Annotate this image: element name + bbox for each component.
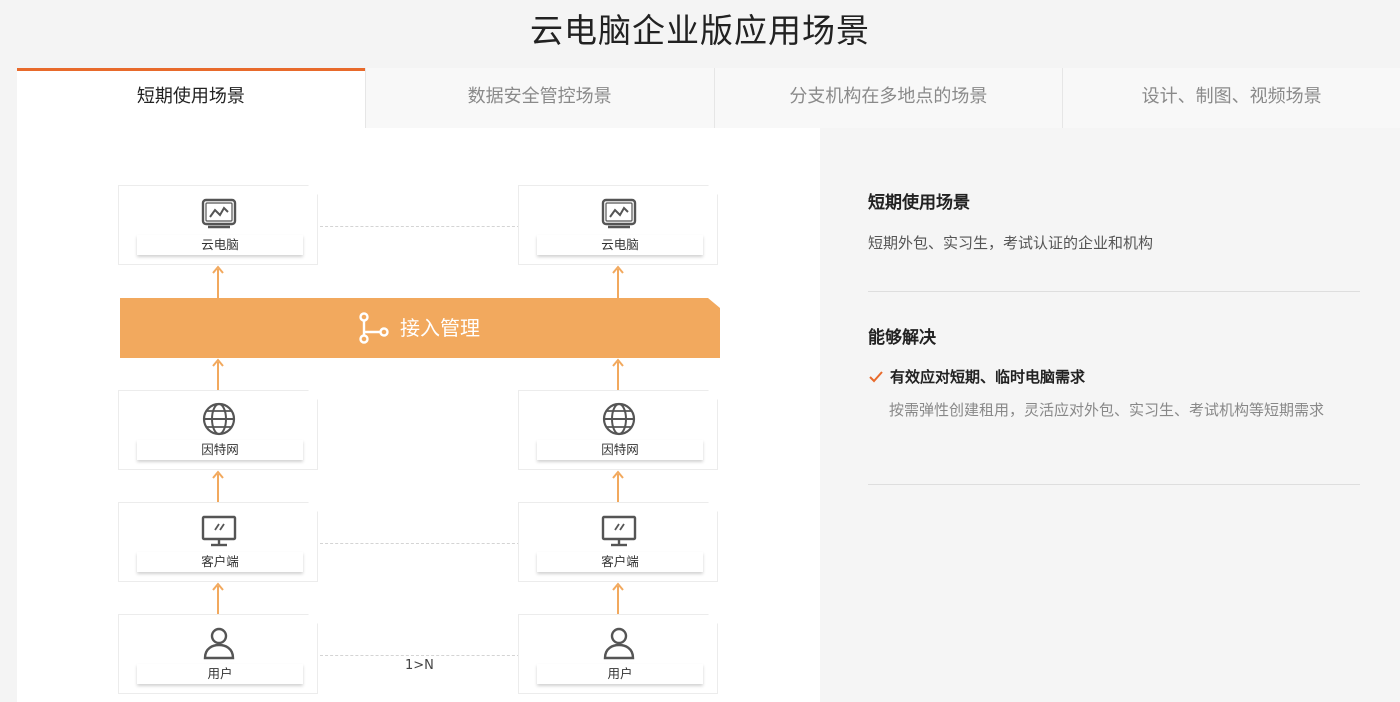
arrow-up: [612, 470, 624, 502]
tab-data-security[interactable]: 数据安全管控场景: [365, 68, 715, 128]
diagram-panel: 1>N 云电脑 因特网 客户端 用户 云电脑 因特网 客户端 用户 接入管理: [17, 128, 820, 702]
dash-line-cloud: [320, 226, 520, 227]
tab-branch-offices[interactable]: 分支机构在多地点的场景: [714, 68, 1064, 128]
desktop-icon: [201, 515, 237, 547]
scenario-tabs: 短期使用场景 数据安全管控场景 分支机构在多地点的场景 设计、制图、视频场景: [17, 68, 1400, 128]
arrow-up: [612, 358, 624, 390]
desktop-icon: [601, 515, 637, 547]
client-card-right: 客户端: [518, 502, 718, 582]
scenario-description: 短期外包、实习生，考试认证的企业和机构: [868, 234, 1154, 252]
cloud-pc-card-right: 云电脑: [518, 185, 718, 265]
scenario-title: 短期使用场景: [868, 193, 970, 213]
arrow-up: [212, 265, 224, 298]
page-title: 云电脑企业版应用场景: [530, 11, 870, 50]
scenario-info-panel: 短期使用场景 短期外包、实习生，考试认证的企业和机构 能够解决 有效应对短期、临…: [820, 128, 1400, 702]
tab-design-video[interactable]: 设计、制图、视频场景: [1063, 68, 1400, 128]
client-label: 客户端: [537, 552, 703, 572]
client-card-left: 客户端: [118, 502, 318, 582]
tab-short-term[interactable]: 短期使用场景: [17, 68, 366, 128]
cloud-pc-label: 云电脑: [537, 235, 703, 255]
solve-heading: 能够解决: [868, 328, 936, 348]
ratio-label: 1>N: [405, 658, 434, 673]
divider: [868, 291, 1360, 292]
dash-line-client: [320, 543, 520, 544]
access-management-bar: 接入管理: [120, 298, 720, 358]
dash-line-user: [320, 655, 520, 656]
benefit-description: 按需弹性创建租用，灵活应对外包、实习生、考试机构等短期需求: [889, 401, 1325, 419]
check-icon: [869, 370, 883, 382]
cloud-pc-label: 云电脑: [137, 235, 303, 255]
user-card-right: 用户: [518, 614, 718, 694]
user-icon: [603, 627, 635, 660]
cloud-pc-icon: [201, 198, 237, 229]
user-icon: [203, 627, 235, 660]
globe-icon: [202, 402, 236, 436]
access-management-label: 接入管理: [400, 316, 480, 340]
cloud-pc-icon: [601, 198, 637, 229]
arrow-up: [212, 358, 224, 390]
client-label: 客户端: [137, 552, 303, 572]
cloud-pc-card-left: 云电脑: [118, 185, 318, 265]
user-card-left: 用户: [118, 614, 318, 694]
arrow-up: [212, 582, 224, 614]
internet-label: 因特网: [137, 440, 303, 460]
benefit-title: 有效应对短期、临时电脑需求: [890, 368, 1086, 386]
arrow-up: [212, 470, 224, 502]
user-label: 用户: [137, 664, 303, 684]
branch-icon: [359, 312, 389, 344]
internet-card-left: 因特网: [118, 390, 318, 470]
user-label: 用户: [537, 664, 703, 684]
divider: [868, 484, 1360, 485]
benefit-item: 有效应对短期、临时电脑需求: [868, 366, 1085, 387]
arrow-up: [612, 265, 624, 298]
globe-icon: [602, 402, 636, 436]
internet-label: 因特网: [537, 440, 703, 460]
arrow-up: [612, 582, 624, 614]
internet-card-right: 因特网: [518, 390, 718, 470]
